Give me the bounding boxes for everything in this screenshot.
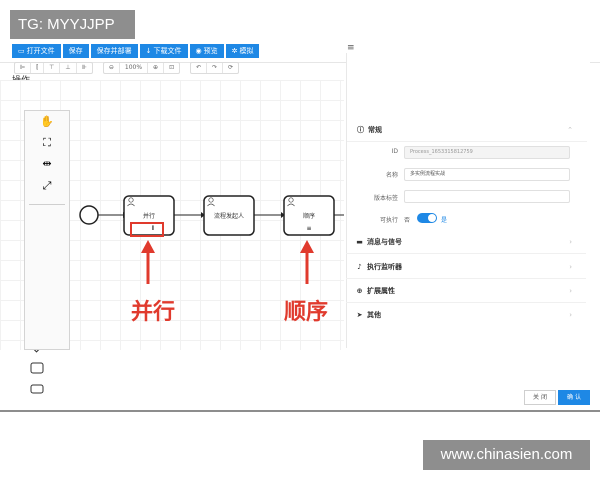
- bell-icon: ♪: [357, 263, 362, 271]
- toggle-on-text: 是: [441, 217, 448, 224]
- parallel-annotation: 并行: [131, 300, 176, 325]
- version-label: 版本标签: [373, 195, 398, 202]
- sequential-annotation: 顺序: [284, 300, 329, 325]
- version-field[interactable]: [404, 190, 570, 203]
- chevron-right-icon: ›: [569, 238, 572, 246]
- section-messages[interactable]: ▬ 消息与信号 ›: [346, 230, 586, 254]
- cancel-button[interactable]: 关 闭: [524, 390, 556, 405]
- id-label: ID: [391, 148, 398, 155]
- toggle-knob: [428, 214, 436, 222]
- chevron-right-icon: ›: [569, 311, 572, 319]
- tool-palette: ✋ ⛶ ⇹ ⤢: [24, 110, 70, 350]
- message-icon: ▬: [356, 238, 363, 246]
- section-listeners[interactable]: ♪ 执行监听器 ›: [346, 255, 586, 279]
- executable-label: 可执行: [379, 217, 398, 224]
- task-sequential-label: 顺序: [302, 213, 315, 220]
- name-label: 名称: [385, 172, 398, 179]
- section-extensions[interactable]: ⊕ 扩展属性 ›: [346, 279, 586, 303]
- parallel-annotation-arrow: [141, 240, 155, 284]
- send-icon: ➤: [356, 311, 363, 319]
- palette-task-icon[interactable]: [30, 362, 44, 374]
- lasso-tool-icon[interactable]: ⛶: [25, 136, 69, 150]
- chevron-right-icon: ›: [569, 287, 572, 295]
- task-initiator-label: 流程发起人: [213, 213, 244, 220]
- chevron-right-icon: ›: [569, 263, 572, 271]
- space-tool-icon[interactable]: ⇹: [25, 157, 69, 170]
- task-parallel-label: 并行: [142, 213, 155, 220]
- palette-subprocess-icon[interactable]: [30, 384, 44, 394]
- panel-menu-icon[interactable]: ≡: [347, 43, 355, 53]
- name-field[interactable]: 多实例流程实战: [404, 168, 570, 181]
- chevron-up-icon: ⌃: [567, 126, 573, 134]
- palette-divider: [29, 204, 65, 205]
- section-general[interactable]: ⓘ 常规 ⌃: [347, 118, 587, 142]
- parallel-multi-instance-marker: ⦀: [151, 225, 155, 232]
- info-icon: ⓘ: [357, 126, 364, 134]
- id-field: Process_1653315812759: [404, 146, 570, 159]
- plus-circle-icon: ⊕: [356, 287, 363, 295]
- connect-tool-icon[interactable]: ⤢: [25, 179, 69, 193]
- toggle-off-text: 否: [404, 217, 411, 224]
- executable-toggle[interactable]: [417, 213, 437, 223]
- sequential-multi-instance-marker: ≡: [306, 225, 312, 232]
- section-other[interactable]: ➤ 其他 ›: [346, 303, 586, 327]
- start-event[interactable]: [79, 205, 99, 225]
- sequential-annotation-arrow: [300, 240, 314, 284]
- hand-tool-icon[interactable]: ✋: [25, 115, 69, 128]
- screenshot-page: TG: MYYJJPP 操作 × ▭打开文件 保存 保存并部署 ↓下载文件 ◉预…: [0, 0, 600, 480]
- confirm-button[interactable]: 确 认: [558, 390, 590, 405]
- watermark-bottom: www.chinasien.com: [423, 440, 590, 470]
